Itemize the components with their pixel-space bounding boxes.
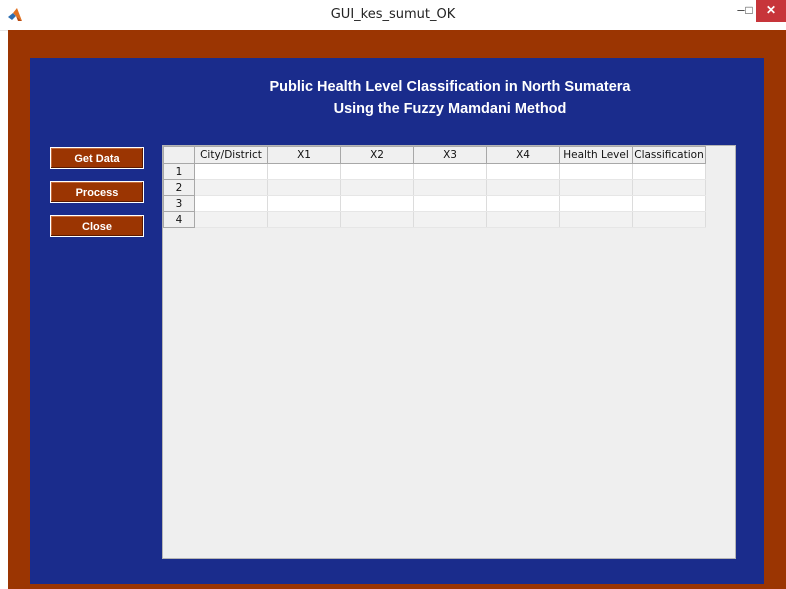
table-cell[interactable] — [267, 179, 341, 196]
table-row: 3 — [163, 195, 706, 212]
table-cell[interactable] — [340, 211, 414, 228]
column-header-city[interactable]: City/District — [194, 146, 268, 164]
table-cell[interactable] — [194, 163, 268, 180]
row-header[interactable]: 3 — [163, 195, 195, 212]
table-cell[interactable] — [632, 179, 706, 196]
column-header-x3[interactable]: X3 — [413, 146, 487, 164]
table-cell[interactable] — [413, 195, 487, 212]
column-header-health-level[interactable]: Health Level — [559, 146, 633, 164]
table-cell[interactable] — [559, 163, 633, 180]
table-cell[interactable] — [559, 179, 633, 196]
table-cell[interactable] — [413, 211, 487, 228]
title-line-2: Using the Fuzzy Mamdani Method — [333, 101, 567, 117]
title-line-1: Public Health Level Classification in No… — [269, 79, 631, 95]
table-cell[interactable] — [632, 211, 706, 228]
corner-header — [163, 146, 195, 164]
table-cell[interactable] — [267, 195, 341, 212]
row-header[interactable]: 1 — [163, 163, 195, 180]
page-title: Public Health Level Classification in No… — [230, 76, 670, 120]
row-header[interactable]: 2 — [163, 179, 195, 196]
column-header-x2[interactable]: X2 — [340, 146, 414, 164]
results-grid[interactable]: City/District X1 X2 X3 X4 Health Level C… — [163, 146, 706, 228]
table-cell[interactable] — [559, 211, 633, 228]
table-cell[interactable] — [559, 195, 633, 212]
table-cell[interactable] — [486, 195, 560, 212]
table-cell[interactable] — [632, 195, 706, 212]
window-title: GUI_kes_sumut_OK — [330, 7, 456, 22]
table-cell[interactable] — [194, 211, 268, 228]
close-window-button[interactable]: ✕ — [756, 0, 786, 22]
table-row: 1 — [163, 163, 706, 180]
table-cell[interactable] — [267, 211, 341, 228]
process-button[interactable]: Process — [50, 181, 144, 203]
table-cell[interactable] — [340, 163, 414, 180]
get-data-button[interactable]: Get Data — [50, 147, 144, 169]
table-cell[interactable] — [340, 195, 414, 212]
table-cell[interactable] — [267, 163, 341, 180]
table-cell[interactable] — [194, 179, 268, 196]
column-header-x4[interactable]: X4 — [486, 146, 560, 164]
column-header-classification[interactable]: Classification — [632, 146, 706, 164]
column-header-x1[interactable]: X1 — [267, 146, 341, 164]
table-cell[interactable] — [486, 163, 560, 180]
table-header-row: City/District X1 X2 X3 X4 Health Level C… — [163, 146, 706, 164]
table-cell[interactable] — [413, 179, 487, 196]
table-cell[interactable] — [194, 195, 268, 212]
table-cell[interactable] — [486, 211, 560, 228]
row-header[interactable]: 4 — [163, 211, 195, 228]
table-cell[interactable] — [340, 179, 414, 196]
window-titlebar: GUI_kes_sumut_OK – □ ✕ — [0, 0, 786, 31]
close-button[interactable]: Close — [50, 215, 144, 237]
data-table[interactable]: City/District X1 X2 X3 X4 Health Level C… — [162, 145, 736, 559]
table-row: 2 — [163, 179, 706, 196]
table-cell[interactable] — [413, 163, 487, 180]
table-row: 4 — [163, 211, 706, 228]
table-cell[interactable] — [486, 179, 560, 196]
table-cell[interactable] — [632, 163, 706, 180]
